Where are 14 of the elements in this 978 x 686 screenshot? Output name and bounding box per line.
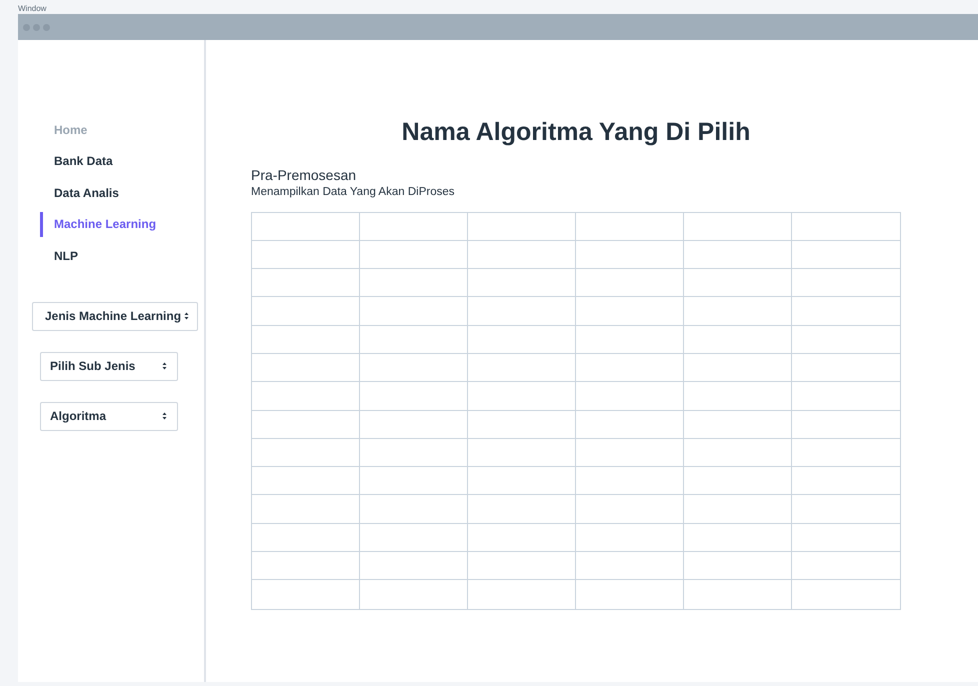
window-label: Window — [18, 4, 46, 14]
page-title: Nama Algoritma Yang Di Pilih — [402, 117, 750, 148]
section-description: Menampilkan Data Yang Akan DiProses — [251, 184, 456, 200]
select-dropdown[interactable]: Pilih Sub Jenis — [40, 352, 178, 380]
nav-item[interactable]: Machine Learning — [40, 212, 204, 236]
stepper-icon — [184, 312, 189, 320]
select-dropdown[interactable]: Algoritma — [40, 402, 178, 430]
stepper-icon — [162, 412, 167, 420]
section-title: Pra-Premosesan — [251, 166, 358, 184]
nav-item[interactable]: Data Analis — [40, 180, 204, 205]
nav-item[interactable]: NLP — [40, 243, 204, 268]
select-dropdown[interactable]: Jenis Machine Learning — [32, 302, 198, 330]
stepper-icon — [162, 362, 167, 370]
nav-item[interactable]: Bank Data — [40, 148, 204, 174]
